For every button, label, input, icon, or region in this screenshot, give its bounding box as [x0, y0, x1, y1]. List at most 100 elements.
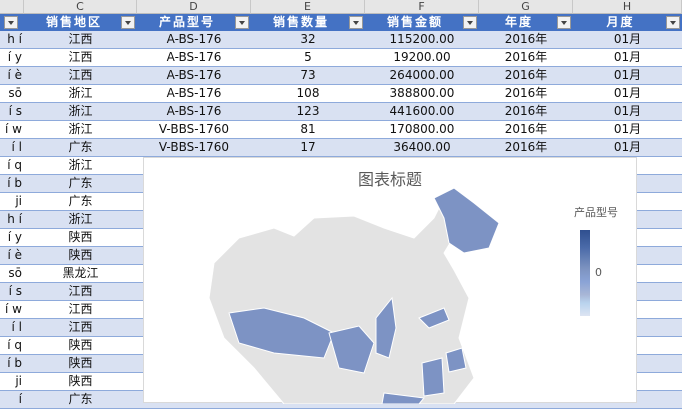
china-map [208, 187, 500, 404]
filter-dropdown-month[interactable] [666, 16, 680, 29]
cell-a[interactable]: í q [0, 157, 24, 174]
map-chart[interactable]: 图表标题 产品型号 0 [143, 157, 637, 404]
cell-region[interactable]: 陕西 [24, 373, 137, 390]
cell-month[interactable]: 01月 [573, 121, 682, 138]
cell-region[interactable]: 广东 [24, 175, 137, 192]
cell-a[interactable]: í b [0, 355, 24, 372]
cell-model[interactable]: A-BS-176 [137, 85, 251, 102]
table-row: í l 广东 V-BBS-1760 17 36400.00 2016年 01月 [0, 139, 682, 157]
cell-month[interactable]: 01月 [573, 85, 682, 102]
cell-a[interactable]: í w [0, 301, 24, 318]
cell-year[interactable]: 2016年 [479, 121, 573, 138]
cell-region[interactable]: 浙江 [24, 157, 137, 174]
cell-region[interactable]: 浙江 [24, 103, 137, 120]
cell-amount[interactable]: 115200.00 [365, 31, 479, 48]
filter-dropdown-qty[interactable] [349, 16, 363, 29]
cell-region[interactable]: 广东 [24, 391, 137, 408]
cell-a[interactable]: í q [0, 337, 24, 354]
cell-region[interactable]: 江西 [24, 283, 137, 300]
cell-region[interactable]: 陕西 [24, 247, 137, 264]
cell-a[interactable]: h í [0, 211, 24, 228]
column-header-g[interactable]: G [479, 0, 573, 14]
cell-region[interactable]: 江西 [24, 31, 137, 48]
header-month: 月度 [606, 15, 635, 29]
cell-region[interactable]: 江西 [24, 319, 137, 336]
cell-a[interactable]: sō [0, 265, 24, 282]
cell-year[interactable]: 2016年 [479, 103, 573, 120]
cell-month[interactable]: 01月 [573, 31, 682, 48]
cell-amount[interactable]: 19200.00 [365, 49, 479, 66]
cell-a[interactable]: í s [0, 103, 24, 120]
cell-region[interactable]: 浙江 [24, 85, 137, 102]
header-region: 销售地区 [45, 15, 102, 29]
cell-region[interactable]: 江西 [24, 49, 137, 66]
cell-amount[interactable]: 170800.00 [365, 121, 479, 138]
cell-model[interactable]: A-BS-176 [137, 103, 251, 120]
cell-region[interactable]: 广东 [24, 193, 137, 210]
cell-amount[interactable]: 388800.00 [365, 85, 479, 102]
cell-region[interactable]: 陕西 [24, 337, 137, 354]
cell-model[interactable]: V-BBS-1760 [137, 139, 251, 156]
map-region-zhejiang [445, 347, 467, 373]
cell-qty[interactable]: 123 [251, 103, 365, 120]
cell-region[interactable]: 陕西 [24, 355, 137, 372]
cell-amount[interactable]: 264000.00 [365, 67, 479, 84]
column-header-b[interactable] [0, 0, 24, 14]
cell-a[interactable]: h í [0, 31, 24, 48]
cell-region[interactable]: 浙江 [24, 211, 137, 228]
column-header-f[interactable]: F [365, 0, 479, 14]
cell-month[interactable]: 01月 [573, 67, 682, 84]
cell-year[interactable]: 2016年 [479, 49, 573, 66]
cell-model[interactable]: A-BS-176 [137, 49, 251, 66]
cell-a[interactable]: í è [0, 247, 24, 264]
cell-a[interactable]: í s [0, 283, 24, 300]
cell-a[interactable]: í [0, 391, 24, 408]
cell-region[interactable]: 江西 [24, 301, 137, 318]
cell-region[interactable]: 黑龙江 [24, 265, 137, 282]
cell-qty[interactable]: 32 [251, 31, 365, 48]
table-header: 销售地区 产品型号 销售数量 销售金额 年度 月度 [0, 14, 682, 31]
cell-model[interactable]: A-BS-176 [137, 67, 251, 84]
cell-region[interactable]: 浙江 [24, 121, 137, 138]
cell-year[interactable]: 2016年 [479, 139, 573, 156]
cell-model[interactable]: A-BS-176 [137, 31, 251, 48]
cell-year[interactable]: 2016年 [479, 31, 573, 48]
cell-region[interactable]: 陕西 [24, 229, 137, 246]
cell-region[interactable]: 江西 [24, 67, 137, 84]
cell-amount[interactable]: 36400.00 [365, 139, 479, 156]
cell-qty[interactable]: 73 [251, 67, 365, 84]
cell-qty[interactable]: 5 [251, 49, 365, 66]
cell-a[interactable]: í w [0, 121, 24, 138]
cell-model[interactable]: V-BBS-1760 [137, 121, 251, 138]
filter-dropdown-model[interactable] [235, 16, 249, 29]
cell-qty[interactable]: 81 [251, 121, 365, 138]
map-region-jiangxi [421, 357, 445, 397]
cell-a[interactable]: ji [0, 193, 24, 210]
cell-a[interactable]: í y [0, 49, 24, 66]
cell-year[interactable]: 2016年 [479, 85, 573, 102]
filter-dropdown-amount[interactable] [463, 16, 477, 29]
cell-a[interactable]: í b [0, 175, 24, 192]
cell-qty[interactable]: 17 [251, 139, 365, 156]
cell-month[interactable]: 01月 [573, 139, 682, 156]
cell-month[interactable]: 01月 [573, 49, 682, 66]
cell-amount[interactable]: 441600.00 [365, 103, 479, 120]
cell-a[interactable]: ji [0, 373, 24, 390]
column-header-c[interactable]: C [24, 0, 137, 14]
column-header-h[interactable]: H [573, 0, 682, 14]
cell-a[interactable]: sō [0, 85, 24, 102]
filter-dropdown-region[interactable] [121, 16, 135, 29]
cell-a[interactable]: í l [0, 139, 24, 156]
header-qty: 销售数量 [272, 15, 329, 29]
cell-a[interactable]: í y [0, 229, 24, 246]
filter-dropdown-b[interactable] [4, 16, 18, 29]
cell-a[interactable]: í è [0, 67, 24, 84]
column-header-d[interactable]: D [137, 0, 251, 14]
cell-month[interactable]: 01月 [573, 103, 682, 120]
cell-qty[interactable]: 108 [251, 85, 365, 102]
cell-region[interactable]: 广东 [24, 139, 137, 156]
filter-dropdown-year[interactable] [557, 16, 571, 29]
cell-a[interactable]: í l [0, 319, 24, 336]
cell-year[interactable]: 2016年 [479, 67, 573, 84]
column-header-e[interactable]: E [251, 0, 365, 14]
